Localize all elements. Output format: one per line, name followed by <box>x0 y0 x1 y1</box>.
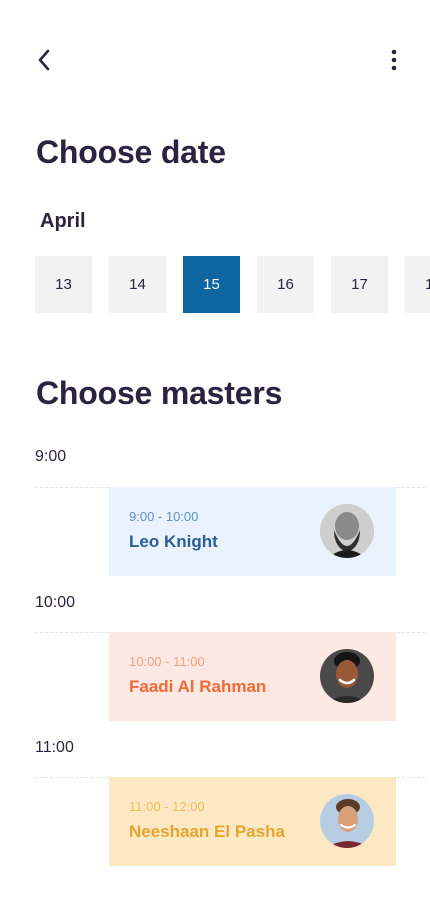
date-item[interactable]: 13 <box>35 256 92 313</box>
more-vertical-icon <box>391 48 397 77</box>
more-options-button[interactable] <box>380 46 408 78</box>
date-item[interactable]: 14 <box>109 256 166 313</box>
choose-date-title: Choose date <box>36 134 226 170</box>
master-card-faadi-al-rahman[interactable]: 10:00 - 11:00 Faadi Al Rahman <box>109 632 396 721</box>
master-card-leo-knight[interactable]: 9:00 - 10:00 Leo Knight <box>109 487 396 576</box>
month-label: April <box>40 210 86 232</box>
date-item[interactable]: 16 <box>257 256 314 313</box>
date-strip[interactable]: 13 14 15 16 17 18 <box>35 256 430 313</box>
avatar <box>320 794 374 848</box>
master-card-neeshaan-el-pasha[interactable]: 11:00 - 12:00 Neeshaan El Pasha <box>109 777 396 866</box>
time-label: 10:00 <box>35 594 76 611</box>
avatar <box>320 504 374 558</box>
time-label: 9:00 <box>35 448 67 465</box>
choose-masters-title: Choose masters <box>36 375 283 411</box>
date-row: 13 14 15 16 17 18 <box>35 256 430 313</box>
date-item[interactable]: 17 <box>331 256 388 313</box>
chevron-left-icon <box>36 48 52 77</box>
date-item[interactable]: 18 <box>405 256 430 313</box>
avatar <box>320 649 374 703</box>
date-item-selected[interactable]: 15 <box>183 256 240 313</box>
time-label: 11:00 <box>35 739 74 756</box>
back-button[interactable] <box>30 46 58 78</box>
